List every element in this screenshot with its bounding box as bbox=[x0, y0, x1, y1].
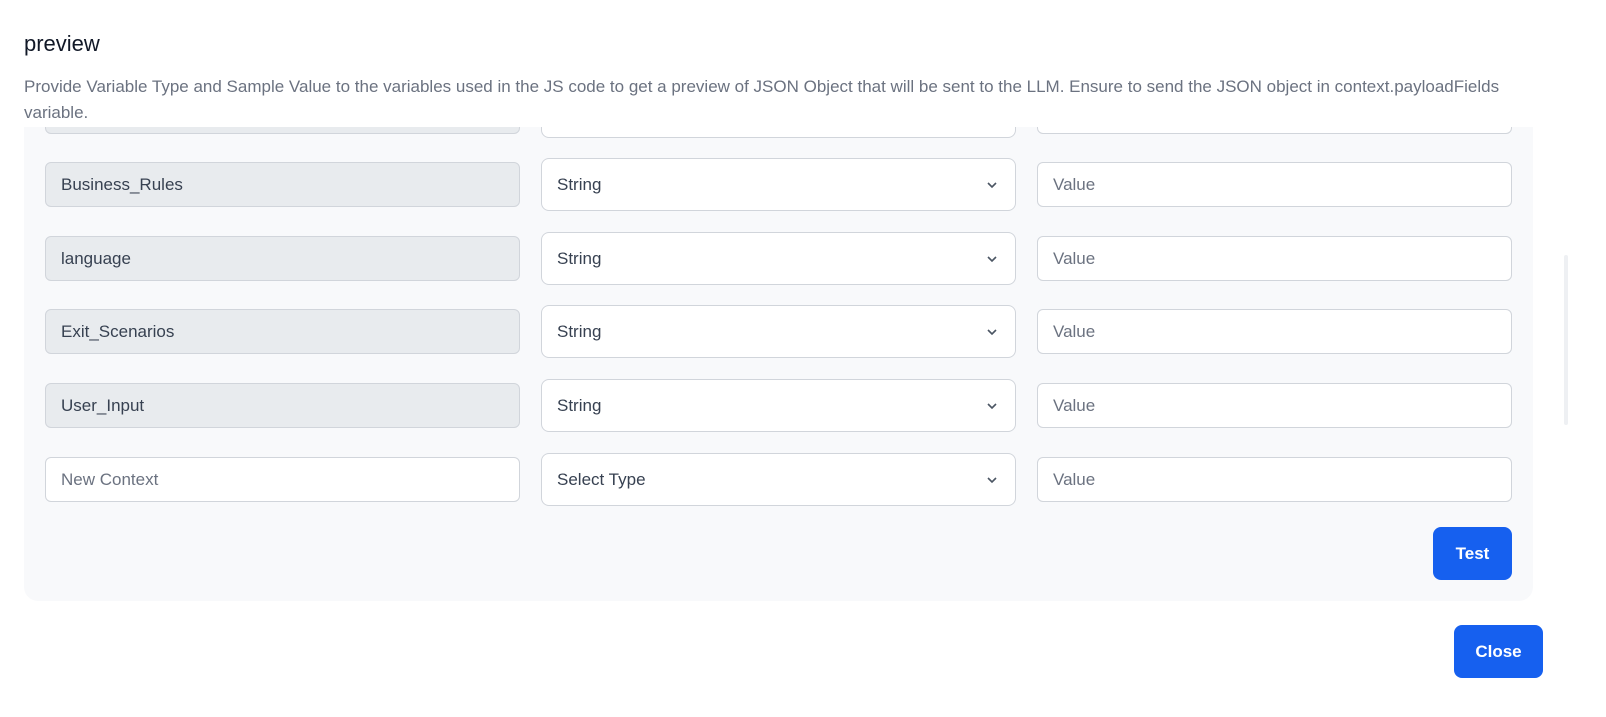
variable-name-field: User_Input bbox=[45, 383, 520, 428]
new-type-select[interactable]: Select Type bbox=[541, 453, 1016, 506]
dialog-title: preview bbox=[24, 31, 100, 56]
variable-name-field: Exit_Scenarios bbox=[45, 309, 520, 354]
close-button[interactable]: Close bbox=[1454, 625, 1543, 678]
chevron-down-icon bbox=[987, 182, 997, 189]
chevron-down-icon bbox=[987, 477, 997, 484]
selected-type: String bbox=[557, 174, 602, 194]
test-button[interactable]: Test bbox=[1433, 527, 1512, 580]
variable-row: Exit_Scenarios String Value bbox=[24, 305, 1533, 358]
variable-type-select[interactable]: String bbox=[541, 158, 1016, 211]
new-context-input[interactable]: New Context bbox=[45, 457, 520, 502]
variable-name-field bbox=[45, 127, 520, 134]
selected-type: Select Type bbox=[557, 469, 646, 489]
variable-row: Business_Rules String Value bbox=[24, 158, 1533, 211]
scrollbar[interactable] bbox=[1564, 255, 1568, 425]
chevron-down-icon bbox=[987, 329, 997, 336]
sample-value-input[interactable]: Value bbox=[1037, 309, 1512, 354]
sample-value-input[interactable]: Value bbox=[1037, 236, 1512, 281]
selected-type: String bbox=[557, 321, 602, 341]
sample-value-input[interactable]: Value bbox=[1037, 383, 1512, 428]
sample-value-input[interactable] bbox=[1037, 127, 1512, 134]
new-variable-row: New Context Select Type Value bbox=[24, 453, 1533, 506]
variables-panel[interactable]: Business_Rules String Value language Stri… bbox=[24, 127, 1533, 601]
chevron-down-icon bbox=[987, 256, 997, 263]
variable-name-field: language bbox=[45, 236, 520, 281]
dialog-description: Provide Variable Type and Sample Value t… bbox=[24, 77, 1500, 122]
variable-row bbox=[24, 127, 1533, 138]
chevron-down-icon bbox=[987, 403, 997, 410]
sample-value-input[interactable]: Value bbox=[1037, 162, 1512, 207]
variable-type-select[interactable]: String bbox=[541, 305, 1016, 358]
selected-type: String bbox=[557, 248, 602, 268]
selected-type: String bbox=[557, 395, 602, 415]
variable-name-field: Business_Rules bbox=[45, 162, 520, 207]
variable-type-select[interactable]: String bbox=[541, 232, 1016, 285]
new-value-input[interactable]: Value bbox=[1037, 457, 1512, 502]
variable-type-select[interactable]: String bbox=[541, 379, 1016, 432]
variable-type-select[interactable] bbox=[541, 127, 1016, 138]
variable-row: User_Input String Value bbox=[24, 379, 1533, 432]
variable-row: language String Value bbox=[24, 232, 1533, 285]
